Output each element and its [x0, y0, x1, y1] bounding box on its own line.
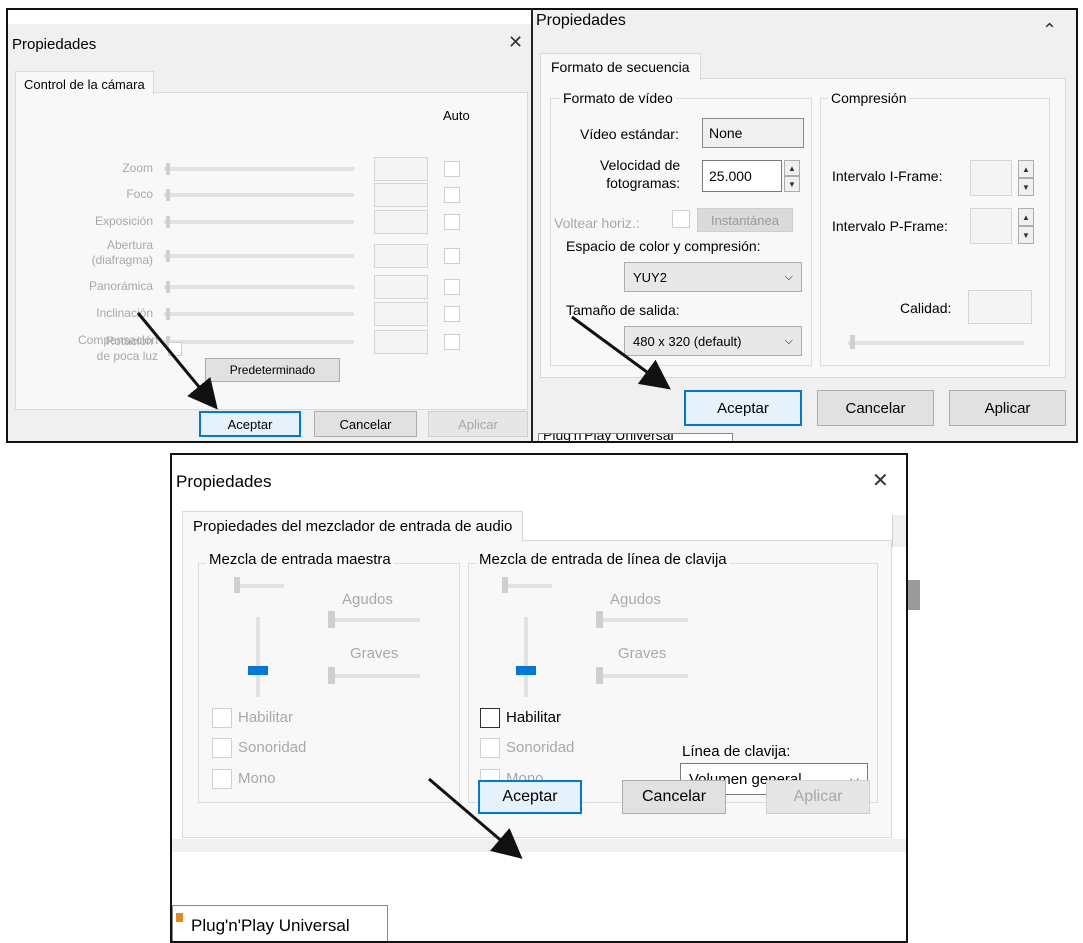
arrow-1: [136, 312, 218, 410]
arrow-3: [428, 777, 523, 859]
annotation-arrows: [136, 312, 671, 859]
arrow-2: [571, 315, 671, 390]
